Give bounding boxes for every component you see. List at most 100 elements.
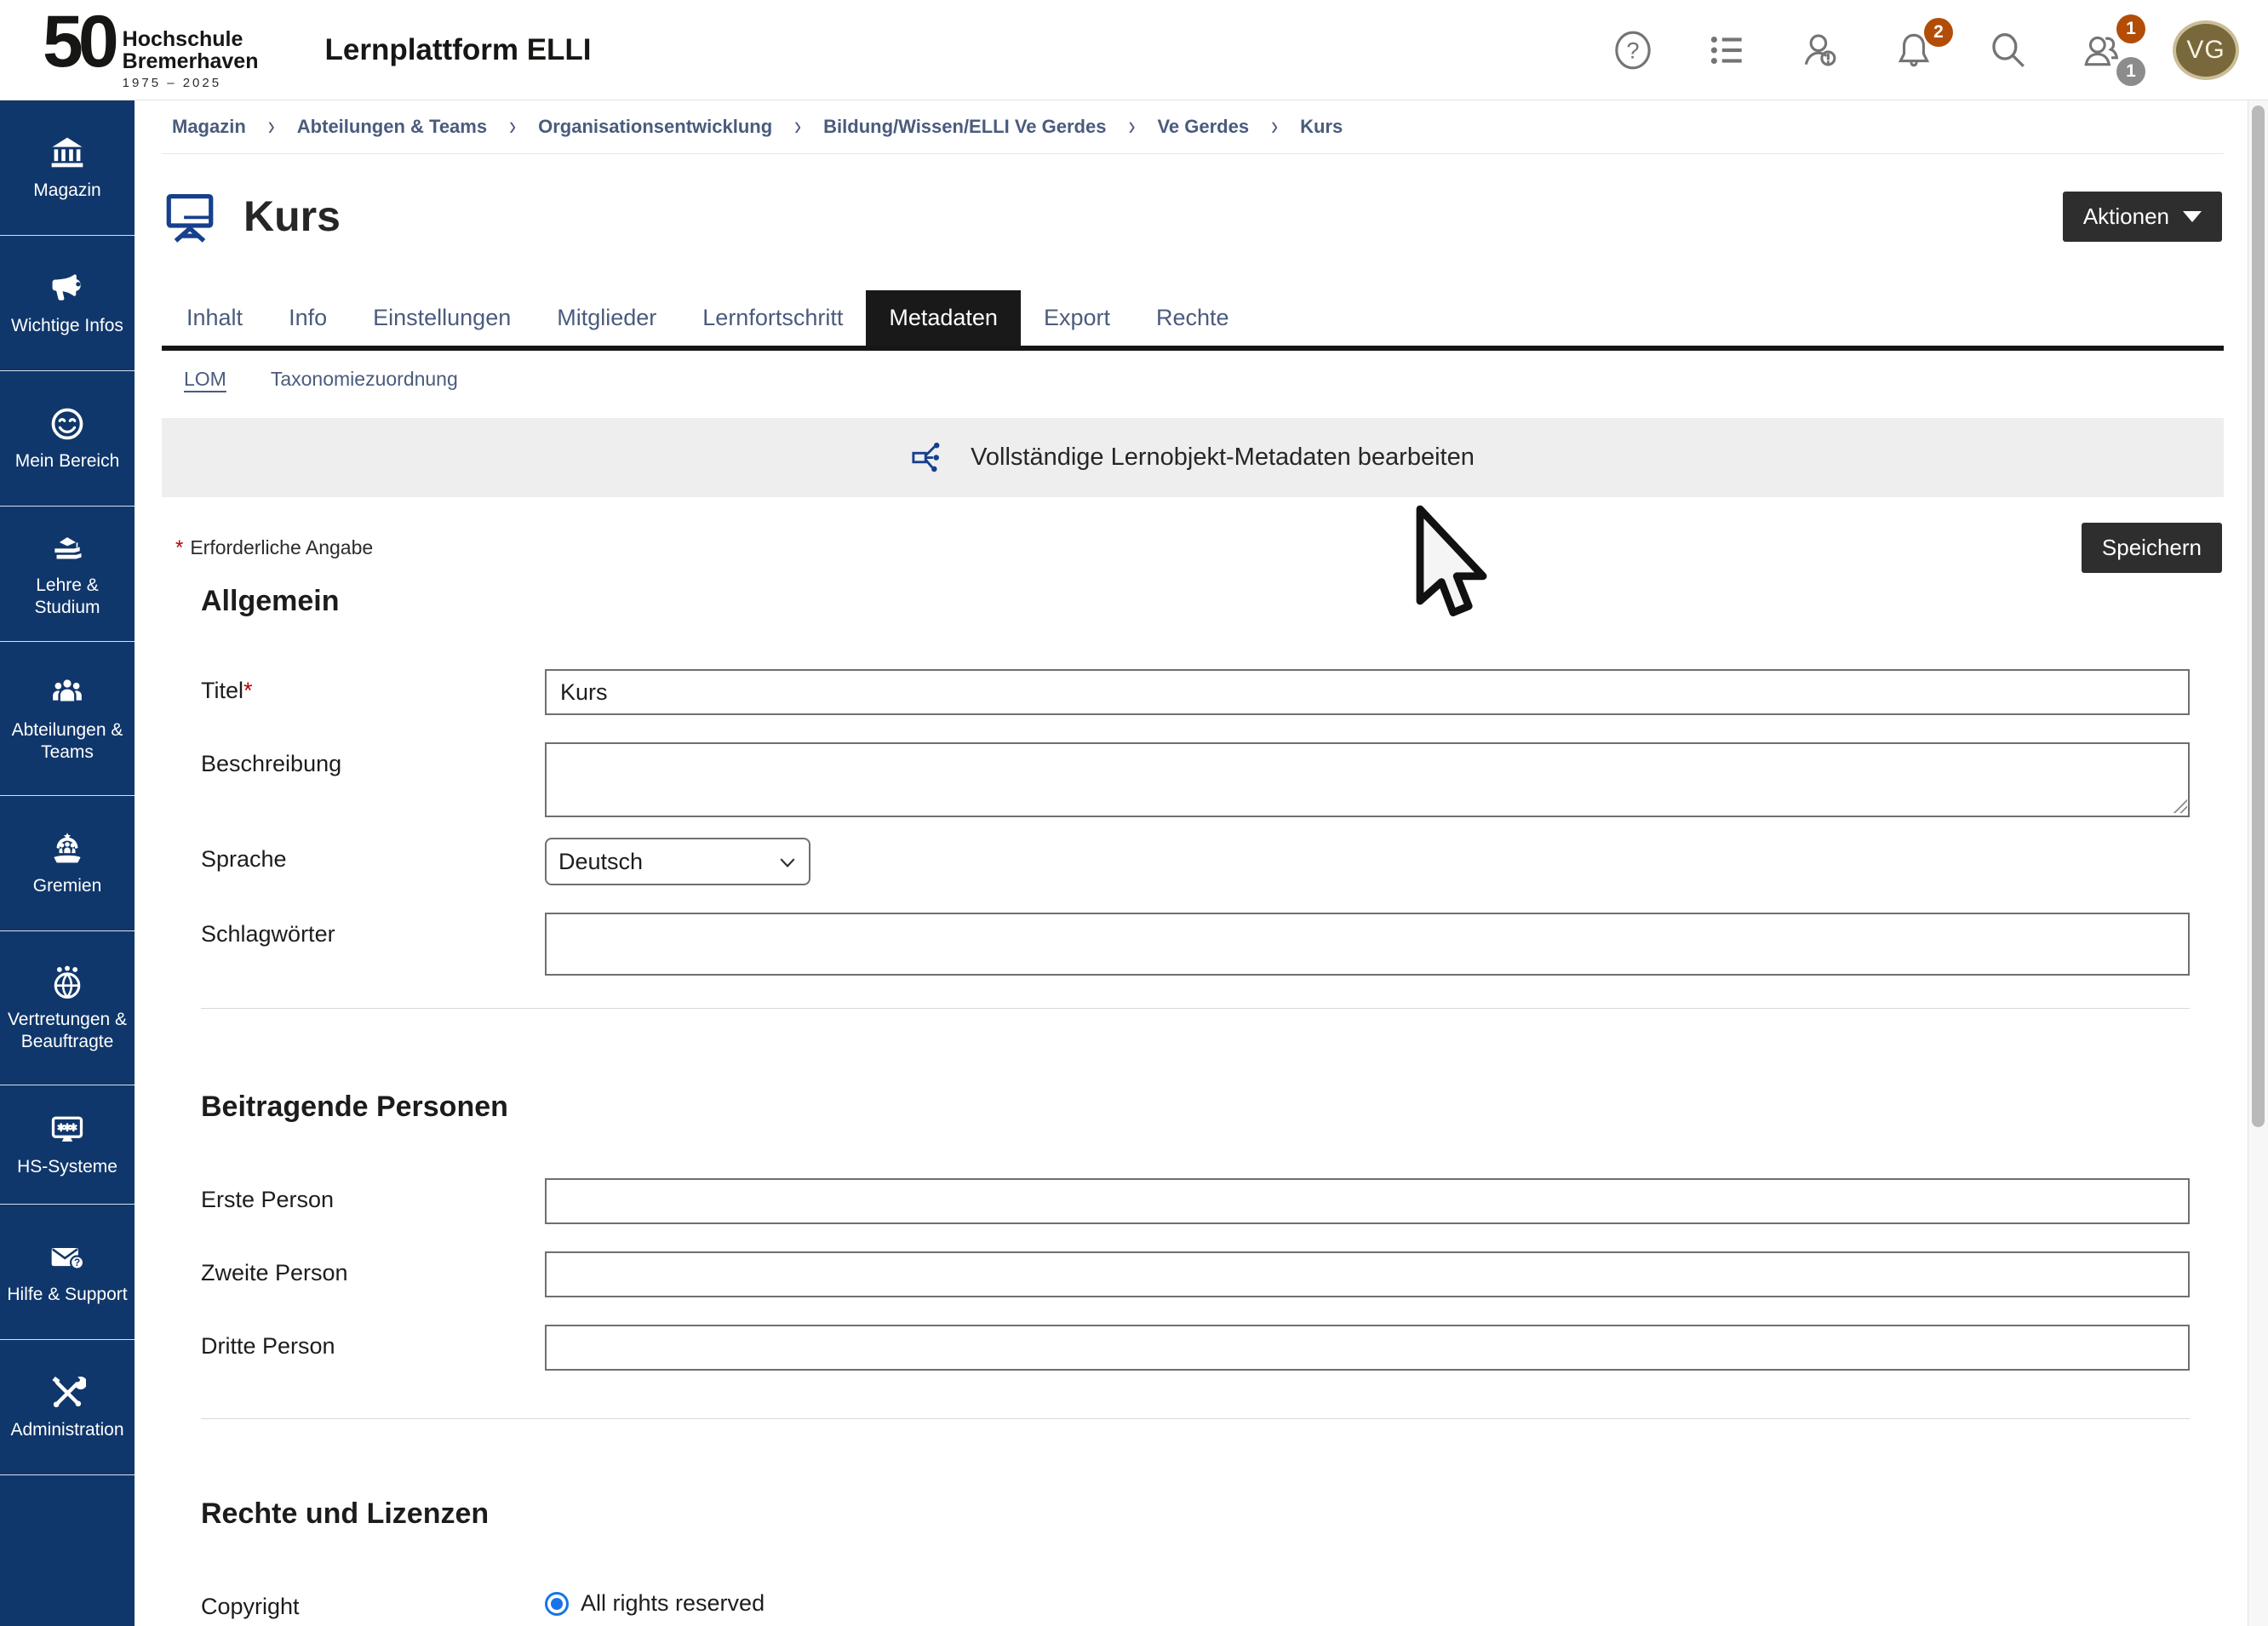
sprache-select[interactable]: Deutsch <box>545 838 810 885</box>
users-icon <box>2080 29 2122 72</box>
chevron-right-icon: › <box>1271 112 1278 142</box>
contacts-badge-bottom: 1 <box>2116 57 2145 86</box>
app-title: Lernplattform ELLI <box>324 33 591 67</box>
breadcrumb-item[interactable]: Organisationsentwicklung <box>538 116 772 138</box>
logo-line1: Hochschule <box>123 28 259 50</box>
tab-lernfortschritt[interactable]: Lernfortschritt <box>679 290 866 346</box>
titel-label: Titel* <box>201 669 545 704</box>
course-board-icon <box>162 188 218 244</box>
titel-input[interactable] <box>545 669 2190 715</box>
chevron-right-icon: › <box>1128 112 1135 142</box>
tab-info[interactable]: Info <box>266 290 350 346</box>
breadcrumb-item[interactable]: Kurs <box>1300 116 1343 138</box>
zweite-person-label: Zweite Person <box>201 1251 545 1286</box>
chevron-right-icon: › <box>268 112 275 142</box>
tab-inhalt[interactable]: Inhalt <box>163 290 266 346</box>
breadcrumb-item[interactable]: Magazin <box>172 116 246 138</box>
required-hint: Erforderliche Angabe <box>190 536 373 559</box>
user-alert-icon <box>1799 29 1841 72</box>
sidebar-item-administration[interactable]: Administration <box>0 1340 135 1475</box>
section-title-allgemein: Allgemein <box>201 585 2224 618</box>
tools-icon <box>49 1374 86 1411</box>
university-logo: 50 Hochschule Bremerhaven 1975 – 2025 <box>43 9 258 90</box>
dritte-person-label: Dritte Person <box>201 1325 545 1360</box>
subtab-lom[interactable]: LOM <box>184 368 226 391</box>
search-button[interactable] <box>1985 28 2030 72</box>
breadcrumb: Magazin › Abteilungen & Teams › Organisa… <box>162 100 2224 154</box>
tab-bar: Inhalt Info Einstellungen Mitglieder Ler… <box>162 290 2224 351</box>
svg-text:?: ? <box>1626 37 1639 63</box>
notifications-button[interactable]: 2 <box>1892 28 1936 72</box>
breadcrumb-item[interactable]: Bildung/Wissen/ELLI Ve Gerdes <box>823 116 1106 138</box>
page-title: Kurs <box>243 192 341 241</box>
contacts-badge-top: 1 <box>2116 14 2145 43</box>
copyright-radio[interactable] <box>545 1592 569 1616</box>
sidebar-item-hilfe-support[interactable]: ? Hilfe & Support <box>0 1205 135 1340</box>
subtab-taxonomiezuordnung[interactable]: Taxonomiezuordnung <box>271 368 458 391</box>
resize-grip-icon[interactable] <box>2172 798 2187 813</box>
mail-help-icon: ? <box>49 1239 86 1276</box>
sprache-label: Sprache <box>201 838 545 873</box>
breadcrumb-item[interactable]: Abteilungen & Teams <box>297 116 487 138</box>
section-title-beitragende: Beitragende Personen <box>201 1091 2224 1124</box>
copyright-label: Copyright <box>201 1585 545 1620</box>
tab-mitglieder[interactable]: Mitglieder <box>534 290 679 346</box>
beschreibung-textarea[interactable] <box>545 742 2190 817</box>
main-content: Magazin › Abteilungen & Teams › Organisa… <box>135 100 2248 1626</box>
titel-required-star: * <box>243 678 253 703</box>
bank-icon <box>49 135 86 172</box>
sidebar-item-wichtige-infos[interactable]: Wichtige Infos <box>0 236 135 371</box>
sidebar-item-vertretungen[interactable]: Vertretungen & Beauftragte <box>0 931 135 1085</box>
help-icon: ? <box>1612 29 1654 72</box>
metadata-graph-icon <box>911 438 950 478</box>
save-button[interactable]: Speichern <box>2082 523 2222 573</box>
sidebar-item-gremien[interactable]: Gremien <box>0 796 135 931</box>
logo-line2: Bremerhaven <box>123 50 259 72</box>
schlagwoerter-input[interactable] <box>545 913 2190 976</box>
tab-rechte[interactable]: Rechte <box>1133 290 1252 346</box>
list-icon <box>1705 29 1748 72</box>
section-title-rechte: Rechte und Lizenzen <box>201 1497 2224 1531</box>
avatar[interactable]: VG <box>2173 20 2239 80</box>
edit-full-metadata-banner[interactable]: Vollständige Lernobjekt-Metadaten bearbe… <box>162 418 2224 497</box>
tab-export[interactable]: Export <box>1021 290 1133 346</box>
actions-button[interactable]: Aktionen <box>2063 192 2222 242</box>
scrollbar-thumb[interactable] <box>2252 106 2265 1127</box>
section-divider <box>201 1418 2190 1419</box>
awareness-button[interactable] <box>1798 28 1842 72</box>
main-menu-button[interactable] <box>1704 28 1749 72</box>
sidebar-item-hs-systeme[interactable]: HS-Systeme <box>0 1085 135 1205</box>
tab-einstellungen[interactable]: Einstellungen <box>350 290 534 346</box>
contacts-button[interactable]: 1 1 <box>2079 28 2123 72</box>
logo-50: 50 <box>43 9 114 75</box>
dritte-person-input[interactable] <box>545 1325 2190 1371</box>
people-icon <box>49 674 86 712</box>
required-asterisk: * <box>175 536 183 560</box>
sidebar-item-mein-bereich[interactable]: Mein Bereich <box>0 371 135 507</box>
section-divider <box>201 1008 2190 1009</box>
sidebar-item-magazin[interactable]: Magazin <box>0 100 135 236</box>
committee-icon <box>49 830 86 867</box>
top-header: 50 Hochschule Bremerhaven 1975 – 2025 Le… <box>0 0 2268 100</box>
erste-person-input[interactable] <box>545 1178 2190 1224</box>
breadcrumb-item[interactable]: Ve Gerdes <box>1157 116 1249 138</box>
monitor-icon <box>49 1111 86 1148</box>
sidebar-item-abteilungen-teams[interactable]: Abteilungen & Teams <box>0 642 135 796</box>
help-button[interactable]: ? <box>1611 28 1655 72</box>
zweite-person-input[interactable] <box>545 1251 2190 1297</box>
logo-years: 1975 – 2025 <box>123 76 259 90</box>
subtab-bar: LOM Taxonomiezuordnung <box>162 368 2224 391</box>
sidebar: Magazin Wichtige Infos Mein Bereich Lehr… <box>0 100 135 1626</box>
notifications-badge: 2 <box>1924 18 1953 47</box>
books-icon <box>49 530 86 567</box>
sidebar-item-lehre-studium[interactable]: Lehre & Studium <box>0 507 135 642</box>
beschreibung-label: Beschreibung <box>201 742 545 777</box>
svg-text:?: ? <box>74 1257 80 1268</box>
scrollbar-track[interactable] <box>2248 100 2268 1626</box>
tab-metadaten[interactable]: Metadaten <box>866 290 1021 346</box>
megaphone-icon <box>49 270 86 307</box>
copyright-option-label: All rights reserved <box>581 1590 765 1617</box>
search-icon <box>1986 29 2029 72</box>
banner-label: Vollständige Lernobjekt-Metadaten bearbe… <box>971 444 1475 472</box>
globe-people-icon <box>49 964 86 1001</box>
